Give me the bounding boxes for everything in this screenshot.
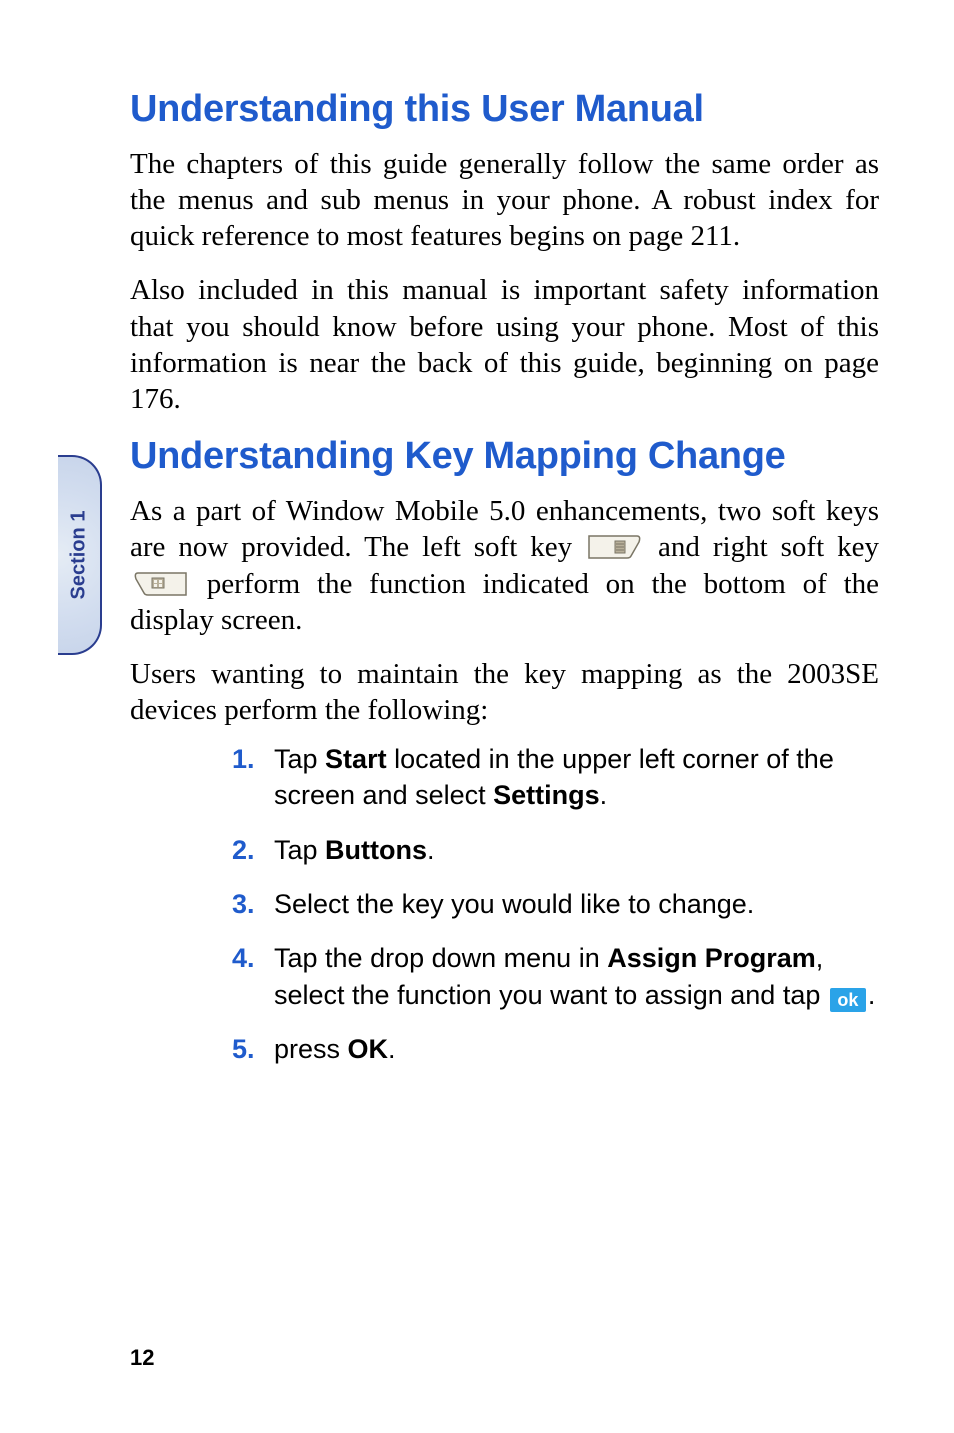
step-1: Tap Start located in the upper left corn… [232,741,879,814]
step-4-assign-program: Assign Program [607,943,816,973]
heading-key-mapping: Understanding Key Mapping Change [130,435,879,479]
section-tab: Section 1 [58,455,102,655]
step-4: Tap the drop down menu in Assign Program… [232,940,879,1013]
page: Section 1 Understanding this User Manual… [0,0,954,1433]
step-3: Select the key you would like to change. [232,886,879,922]
paragraph-softkeys-post: perform the function indicated on the bo… [130,568,879,636]
step-2-text-c: . [427,835,435,865]
paragraph-intro-2: Also included in this manual is importan… [130,272,879,417]
step-5: press OK. [232,1031,879,1067]
step-1-text-e: . [600,780,608,810]
step-4-text-a: Tap the drop down menu in [274,943,607,973]
paragraph-softkeys-mid: and right soft key [645,531,879,563]
section-tab-label: Section 1 [68,511,91,600]
right-softkey-icon [132,571,188,597]
left-softkey-icon [587,534,643,560]
page-number: 12 [130,1345,154,1371]
steps-list: Tap Start located in the upper left corn… [130,741,879,1068]
step-2: Tap Buttons. [232,832,879,868]
ok-icon: ok [830,988,866,1012]
step-3-text: Select the key you would like to change. [274,889,754,919]
paragraph-intro-1: The chapters of this guide generally fol… [130,146,879,255]
step-5-text-a: press [274,1034,348,1064]
step-1-start: Start [325,744,387,774]
step-1-text-a: Tap [274,744,325,774]
heading-understanding-manual: Understanding this User Manual [130,88,879,132]
step-5-text-c: . [388,1034,396,1064]
step-2-buttons: Buttons [325,835,427,865]
paragraph-instructions-lead: Users wanting to maintain the key mappin… [130,656,879,729]
step-1-settings: Settings [493,780,600,810]
step-2-text-a: Tap [274,835,325,865]
paragraph-softkeys: As a part of Window Mobile 5.0 enhanceme… [130,493,879,638]
step-5-ok: OK [348,1034,389,1064]
step-4-text-d: . [868,980,876,1010]
